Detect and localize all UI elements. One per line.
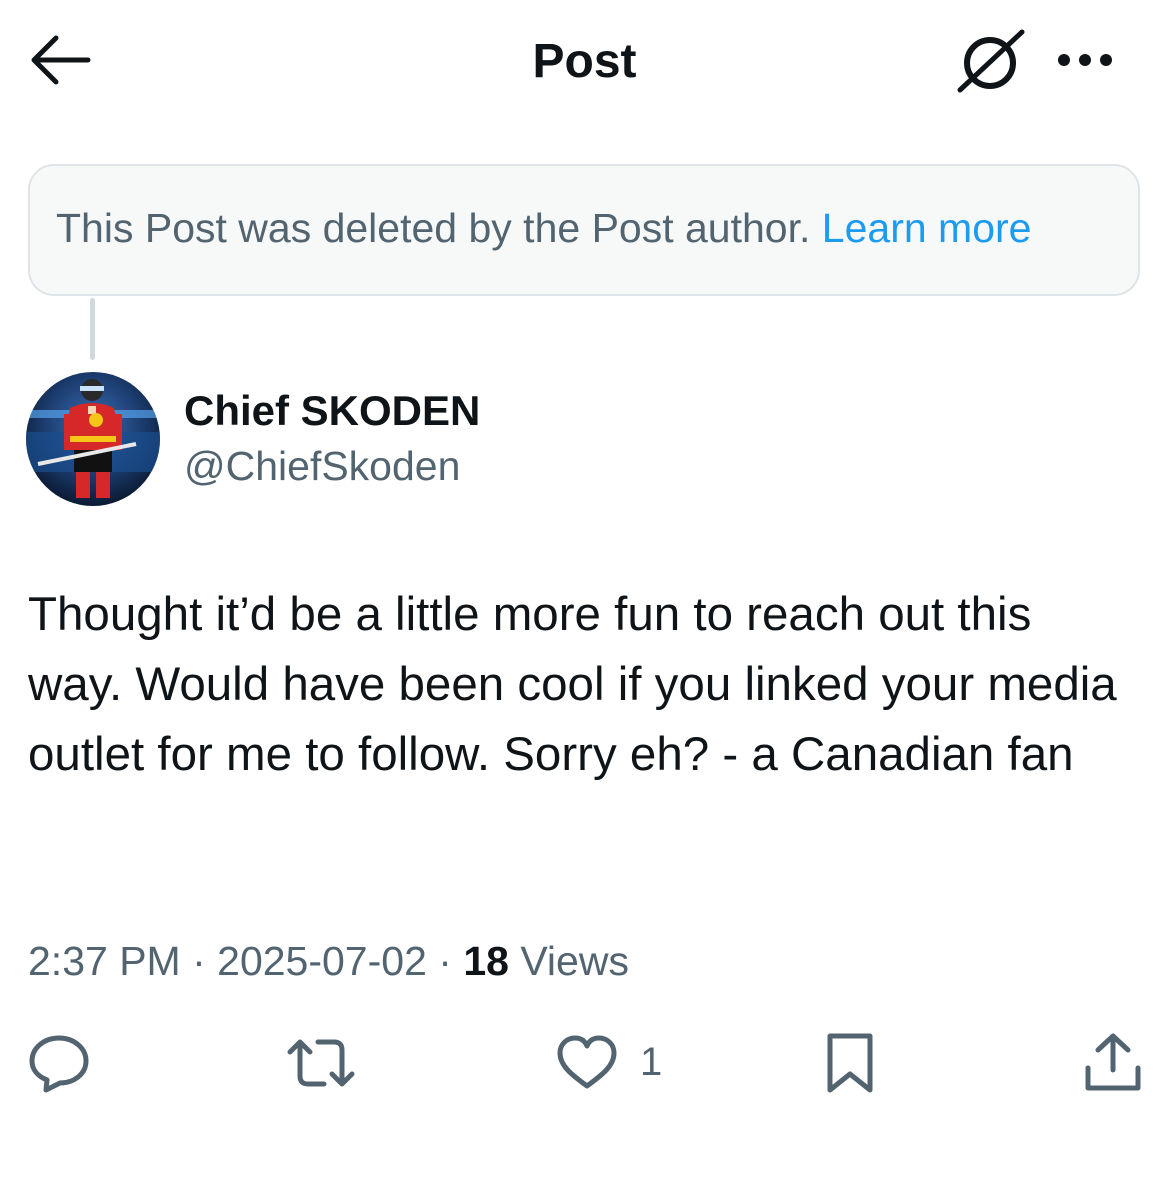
post-meta: 2:37 PM · 2025-07-02 · 18 Views (28, 936, 629, 986)
author-name[interactable]: Chief SKODEN (184, 386, 480, 436)
bookmark-icon (827, 1033, 873, 1093)
heart-icon (557, 1035, 617, 1089)
repost-button[interactable] (286, 1030, 356, 1096)
more-horizontal-icon (1058, 54, 1112, 66)
meta-separator: · (426, 938, 464, 984)
more-button[interactable] (1052, 40, 1118, 80)
post-text: Thought it’d be a little more fun to rea… (28, 588, 1117, 781)
views-count: 18 (463, 938, 509, 984)
grok-button[interactable] (952, 26, 1028, 96)
reply-icon (29, 1035, 89, 1093)
learn-more-link[interactable]: Learn more (822, 205, 1032, 251)
meta-separator: · (180, 938, 218, 984)
grok-icon (957, 29, 1025, 93)
author-handle[interactable]: @ChiefSkoden (184, 442, 460, 490)
deleted-notice-text: This Post was deleted by the Post author… (56, 204, 1031, 252)
share-icon (1085, 1033, 1141, 1091)
deleted-post-notice: This Post was deleted by the Post author… (28, 164, 1140, 296)
avatar[interactable] (26, 372, 160, 506)
repost-icon (287, 1039, 355, 1087)
hockey-player-avatar (26, 372, 160, 506)
views-label: Views (508, 938, 629, 984)
thread-connector-line (90, 298, 95, 360)
like-button[interactable] (554, 1030, 620, 1096)
reply-button[interactable] (26, 1030, 92, 1096)
bookmark-button[interactable] (822, 1030, 878, 1096)
post-date[interactable]: 2025-07-02 (217, 938, 427, 984)
like-count: 1 (640, 1040, 663, 1084)
deleted-notice-message: This Post was deleted by the Post author… (56, 205, 811, 251)
share-button[interactable] (1082, 1030, 1144, 1096)
post-time[interactable]: 2:37 PM (28, 938, 181, 984)
